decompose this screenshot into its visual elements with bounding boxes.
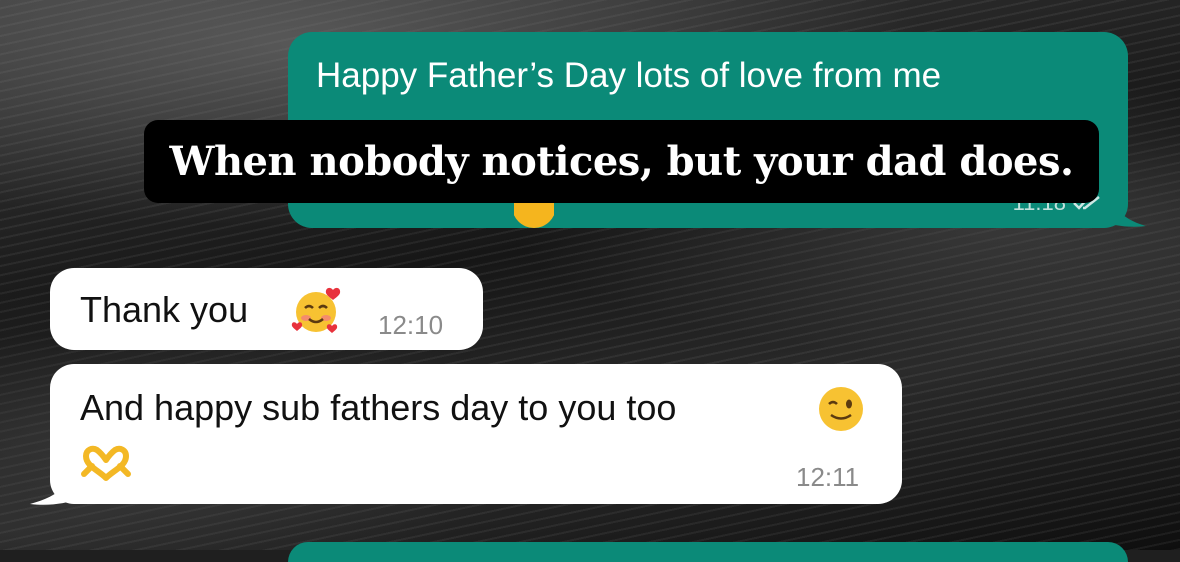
incoming-message-time: 12:10 — [378, 310, 444, 340]
outgoing-message-text: Happy Father’s Day lots of love from me — [316, 56, 942, 95]
winking-face-icon — [819, 387, 863, 431]
incoming-message-text: And happy sub fathers day to you too — [80, 387, 677, 428]
heart-hands-icon — [81, 445, 131, 481]
smiling-face-with-hearts-icon — [291, 287, 341, 333]
incoming-message-text: Thank you — [80, 289, 249, 330]
incoming-message-time: 12:11 — [796, 462, 860, 492]
caption-overlay: When nobody notices, but your dad does. — [144, 120, 1099, 203]
incoming-message-bubble[interactable]: Thank you 12:10 — [50, 268, 483, 350]
incoming-message-bubble[interactable]: And happy sub fathers day to you too 12:… — [50, 364, 902, 504]
smiling-face-icon — [514, 200, 554, 228]
outgoing-message-bubble-partial[interactable] — [288, 542, 1128, 562]
